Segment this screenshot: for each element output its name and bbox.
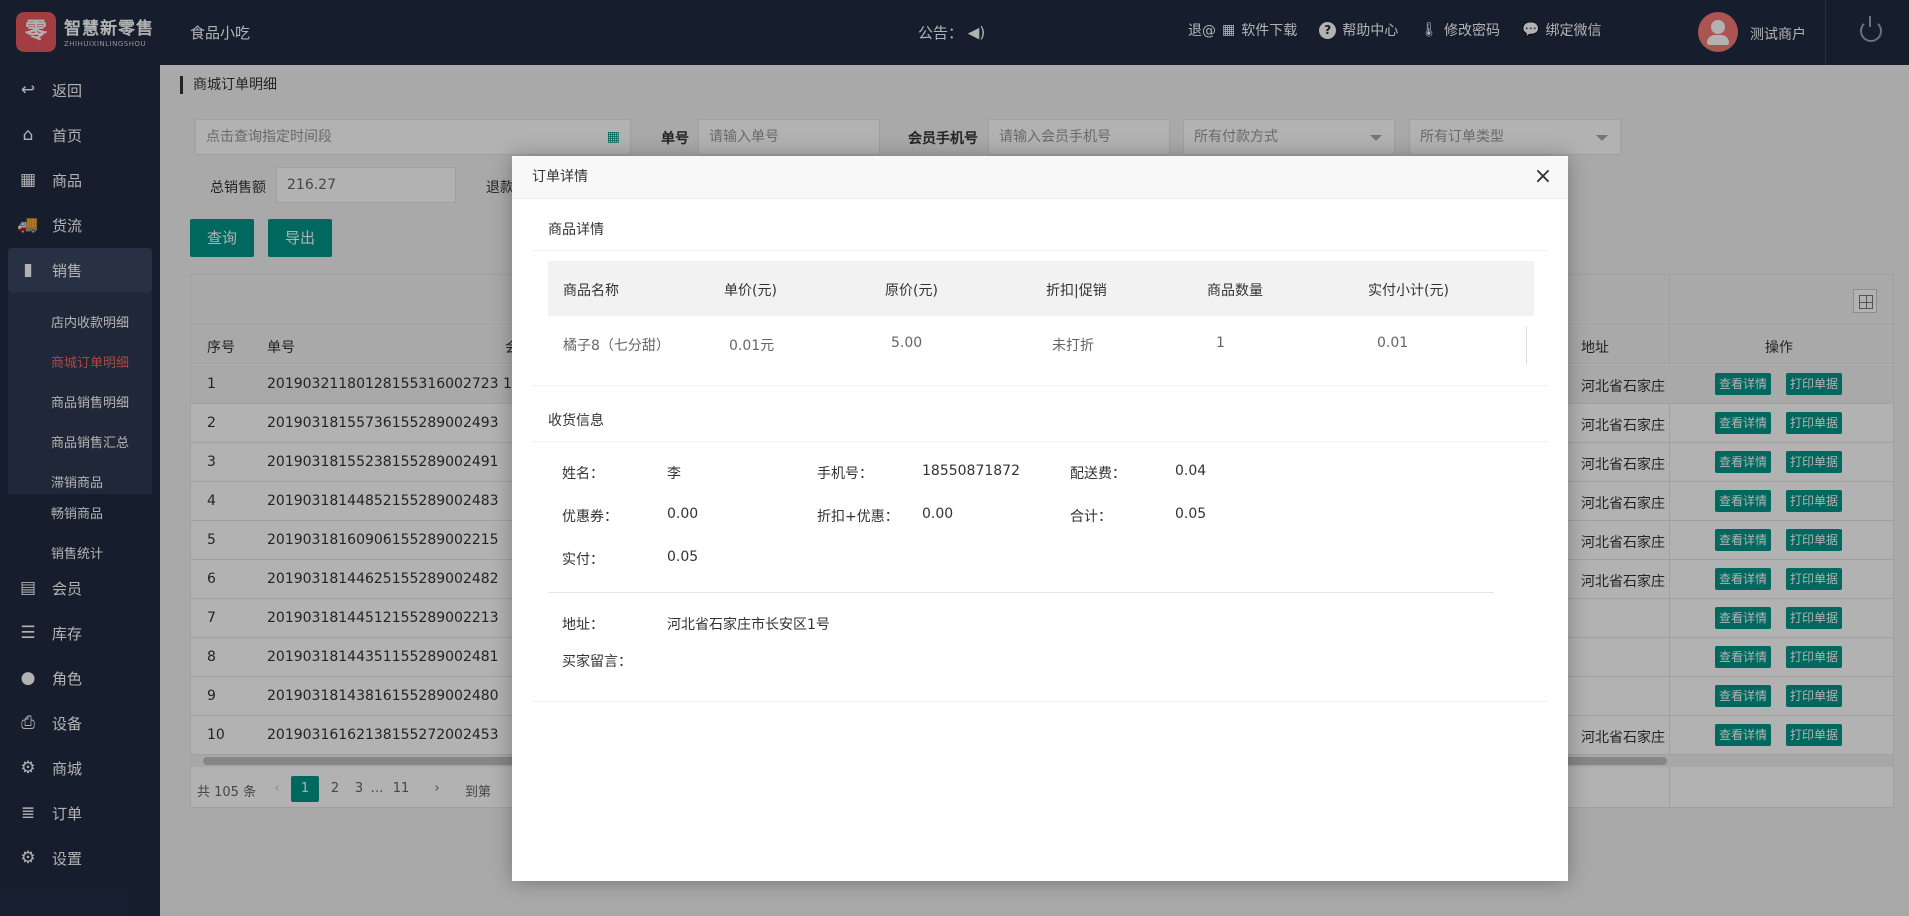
goods-col-discount: 折扣|促销 (1046, 283, 1107, 299)
sum-value: 0.05 (1175, 506, 1207, 522)
goods-subtotal: 0.01 (1377, 335, 1409, 351)
goods-col-name: 商品名称 (563, 283, 619, 299)
goods-row: 橘子8（七分甜） 0.01元 5.00 未打折 1 0.01 (548, 316, 1534, 374)
address-label: 地址： (562, 617, 604, 633)
close-icon[interactable]: × (1532, 166, 1554, 188)
goods-discount: 未打折 (1052, 338, 1094, 354)
goods-qty: 1 (1216, 335, 1225, 351)
goods-title: 商品详情 (532, 209, 1548, 251)
goods-col-qty: 商品数量 (1207, 283, 1263, 299)
goods-col-original: 原价(元) (885, 283, 938, 299)
goods-table-header: 商品名称 单价(元) 原价(元) 折扣|促销 商品数量 实付小计(元) (548, 261, 1534, 316)
goods-original: 5.00 (891, 335, 923, 351)
goods-name: 橘子8（七分甜） (563, 338, 670, 354)
phone-value: 18550871872 (922, 463, 1020, 479)
coupon-label: 优惠券： (562, 509, 618, 525)
phone-label: 手机号： (817, 466, 873, 482)
delivery-fee-value: 0.04 (1175, 463, 1207, 479)
discount-value: 0.00 (922, 506, 954, 522)
paid-label: 实付： (562, 552, 604, 568)
goods-col-subtotal: 实付小计(元) (1368, 283, 1449, 299)
sum-label: 合计： (1070, 509, 1112, 525)
divider (532, 385, 1548, 386)
address-value: 河北省石家庄市长安区1号 (667, 617, 830, 633)
divider (1526, 326, 1527, 364)
name-label: 姓名： (562, 466, 604, 482)
modal-title: 订单详情 (512, 156, 1568, 199)
divider (548, 592, 1494, 593)
divider (532, 701, 1548, 702)
name-value: 李 (667, 466, 681, 482)
receipt-title: 收货信息 (532, 400, 1548, 442)
order-detail-modal: 订单详情 × 商品详情 商品名称 单价(元) 原价(元) 折扣|促销 商品数量 … (512, 156, 1568, 881)
buyer-message-label: 买家留言： (562, 654, 632, 670)
delivery-fee-label: 配送费： (1070, 466, 1126, 482)
paid-value: 0.05 (667, 549, 699, 565)
goods-price: 0.01元 (729, 338, 775, 354)
discount-label: 折扣+优惠： (817, 509, 899, 525)
goods-col-price: 单价(元) (724, 283, 777, 299)
coupon-value: 0.00 (667, 506, 699, 522)
